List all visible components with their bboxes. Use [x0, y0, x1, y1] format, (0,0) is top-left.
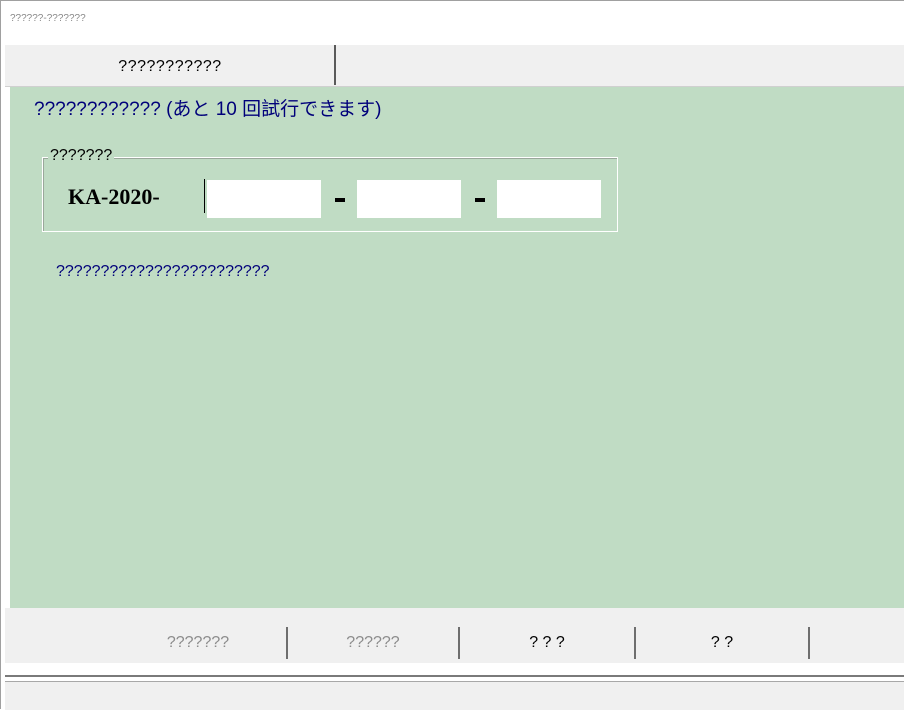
disabled-button-1[interactable]: ??????? [110, 627, 288, 659]
license-key-groupbox: ??????? KA-2020- [42, 147, 618, 232]
tab-main[interactable]: ??????????? [6, 45, 336, 85]
status-bar [5, 682, 904, 710]
status-message: ???????????????????????? [56, 263, 270, 280]
key-part-2-input[interactable] [357, 180, 461, 218]
button-bar: ??????? ?????? ? ? ? ? ? [5, 608, 904, 663]
app-window: ??????-??????? ??????????? ???????????? … [0, 0, 904, 710]
groupbox-legend: ??????? [48, 147, 115, 165]
attempts-info-text: ???????????? (あと 10 回試行できます) [34, 99, 382, 120]
tab-strip: ??????????? [5, 45, 904, 87]
tab-content-panel: ???????????? (あと 10 回試行できます) ??????? KA-… [10, 87, 904, 608]
text-caret [204, 179, 205, 213]
divider [5, 675, 904, 677]
key-part-1-input[interactable] [207, 180, 321, 218]
disabled-button-2[interactable]: ?????? [288, 627, 460, 659]
window-title: ??????-??????? [10, 13, 86, 24]
key-separator-dash [475, 198, 485, 202]
key-separator-dash [335, 198, 345, 202]
action-button-3[interactable]: ? ? ? [460, 627, 636, 659]
action-button-4[interactable]: ? ? [636, 627, 810, 659]
key-prefix-label: KA-2020- [68, 184, 160, 209]
key-part-3-input[interactable] [497, 180, 601, 218]
tab-label: ??????????? [118, 58, 222, 75]
title-bar: ??????-??????? [1, 1, 904, 43]
